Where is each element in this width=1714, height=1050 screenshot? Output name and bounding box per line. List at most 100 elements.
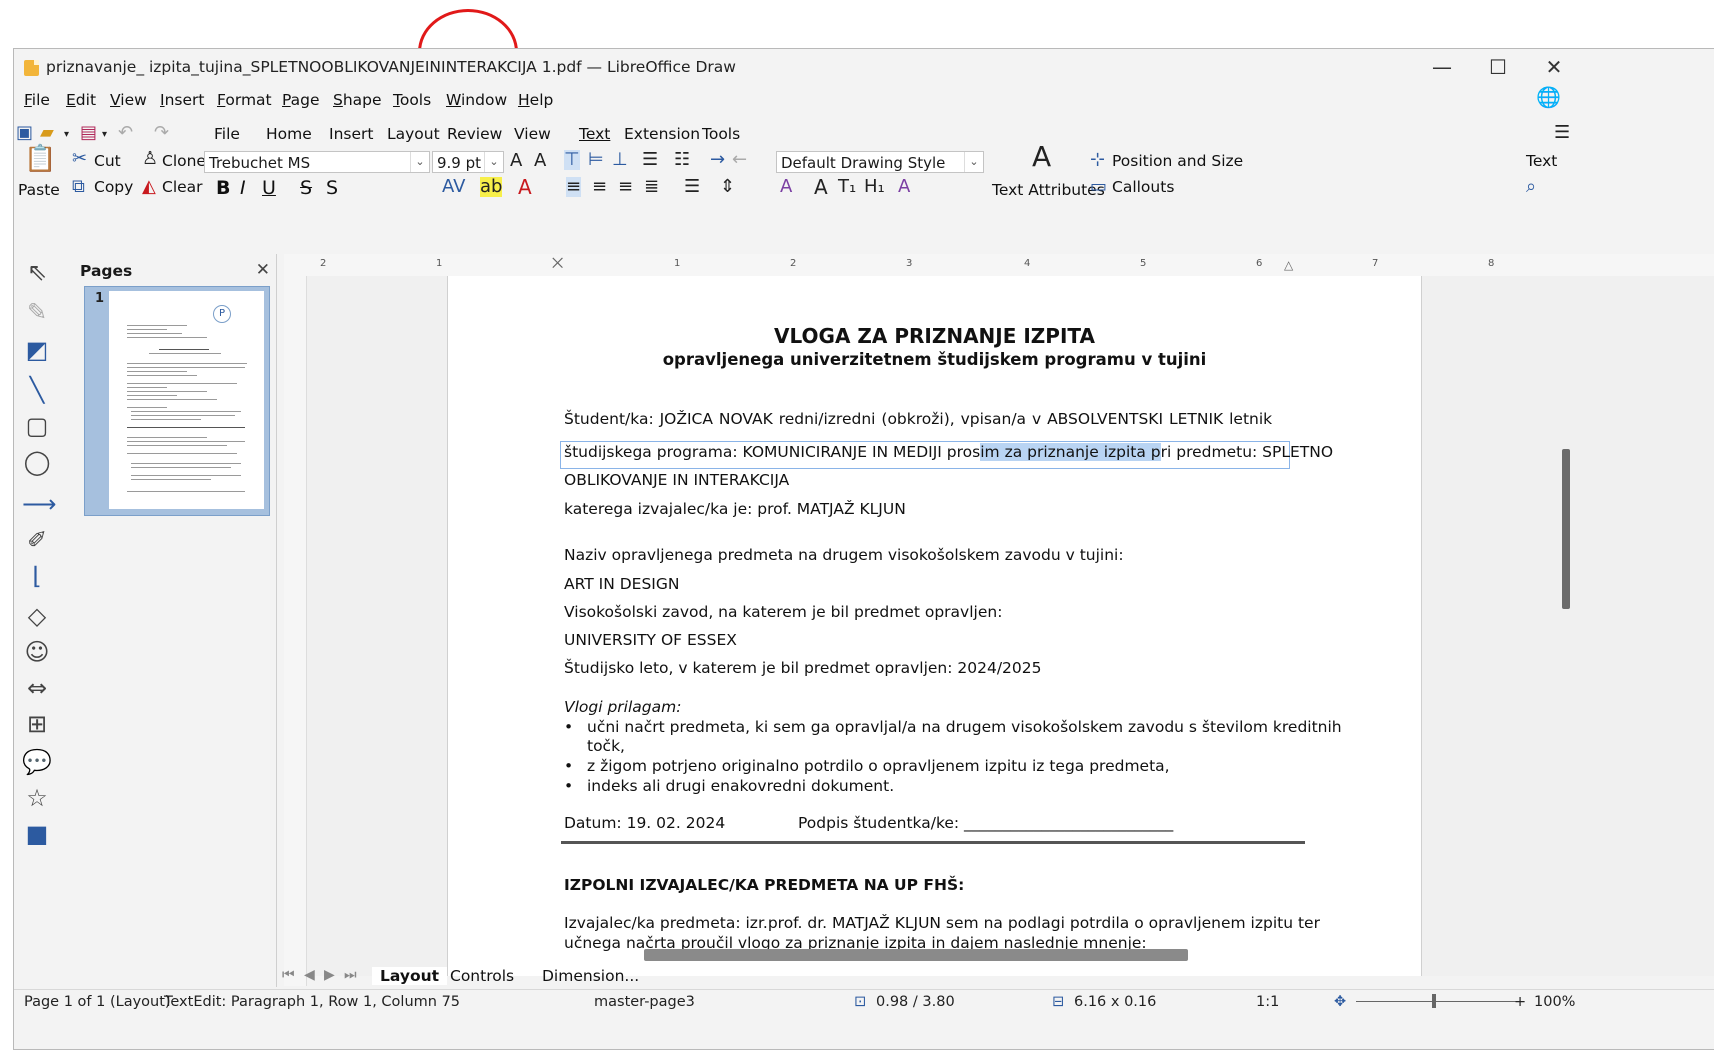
menu-window[interactable]: Window: [446, 91, 507, 109]
find-icon[interactable]: ⌕: [1526, 177, 1536, 197]
callouts-icon[interactable]: ▭: [1090, 177, 1107, 197]
fontwork-icon[interactable]: A: [780, 177, 792, 197]
align-bottom-icon[interactable]: ⊥: [612, 150, 628, 170]
text-effects-icon[interactable]: A: [898, 177, 910, 197]
bold-button[interactable]: B: [216, 177, 230, 199]
select-arrow-icon[interactable]: ⇖: [22, 258, 52, 286]
clear-formatting-icon[interactable]: ◭: [142, 177, 156, 197]
text-attributes-button[interactable]: Text Attributes: [992, 181, 1105, 199]
font-name-combo[interactable]: Trebuchet MS ⌄: [204, 151, 430, 173]
connector-icon[interactable]: ⌊: [22, 562, 52, 590]
align-top-icon[interactable]: ⊤: [564, 150, 580, 170]
drawing-style-combo[interactable]: Default Drawing Style ⌄: [776, 151, 984, 173]
underline-button[interactable]: U: [262, 177, 276, 199]
line-spacing-icon[interactable]: ☰: [684, 177, 700, 197]
copy-icon[interactable]: ⧉: [72, 177, 85, 197]
first-tab-icon[interactable]: ⏮: [282, 967, 295, 983]
position-size-icon[interactable]: ⊹: [1090, 150, 1105, 170]
close-button[interactable]: ✕: [1532, 53, 1576, 81]
superscript-icon[interactable]: H₁: [864, 177, 885, 197]
open-folder-icon[interactable]: ▰: [40, 123, 54, 143]
hamburger-menu-icon[interactable]: ☰: [1554, 123, 1570, 143]
tab-extension[interactable]: Extension: [624, 125, 700, 143]
zoom-fit-icon[interactable]: ✥: [1334, 994, 1346, 1010]
zoom-slider-thumb[interactable]: [1432, 994, 1436, 1008]
font-color-icon[interactable]: A: [518, 177, 532, 197]
menu-help[interactable]: Help: [518, 91, 553, 109]
character-spacing-icon[interactable]: AV: [442, 177, 465, 197]
tab-text[interactable]: Text: [579, 125, 610, 143]
position-size-button[interactable]: Position and Size: [1112, 152, 1243, 170]
font-size-combo[interactable]: 9.9 pt ⌄: [432, 151, 504, 173]
flowchart-icon[interactable]: ⊞: [22, 710, 52, 738]
symbol-shapes-icon[interactable]: ☺: [22, 638, 52, 666]
next-tab-icon[interactable]: ▶: [324, 967, 335, 983]
bullet-list-icon[interactable]: ☰: [642, 150, 658, 170]
status-master-page[interactable]: master-page3: [594, 994, 695, 1010]
minimize-button[interactable]: —: [1420, 53, 1464, 81]
horizontal-scrollbar[interactable]: [644, 949, 1188, 961]
menu-insert[interactable]: Insert: [160, 91, 204, 109]
globe-icon[interactable]: 🌐: [1536, 87, 1561, 107]
text-icon[interactable]: A: [814, 177, 828, 197]
justify-icon[interactable]: ≣: [644, 177, 659, 197]
menu-format[interactable]: Format: [217, 91, 272, 109]
prev-tab-icon[interactable]: ◀: [304, 967, 315, 983]
vertical-scrollbar[interactable]: [1562, 449, 1570, 609]
indent-marker-icon[interactable]: ⨉: [552, 256, 563, 272]
tab-file[interactable]: File: [214, 125, 240, 143]
grow-font-icon[interactable]: A: [510, 151, 522, 171]
menu-tools[interactable]: Tools: [393, 91, 431, 109]
block-arrows-icon[interactable]: ⇔: [22, 674, 52, 702]
highlight-color-icon[interactable]: ab: [480, 177, 503, 197]
align-right-icon[interactable]: ≡: [618, 177, 633, 197]
tab-view[interactable]: View: [514, 125, 551, 143]
numbered-list-icon[interactable]: ☷: [674, 150, 690, 170]
zoom-in-icon[interactable]: +: [1514, 994, 1526, 1010]
stars-icon[interactable]: ☆: [22, 784, 52, 812]
line-tool-icon[interactable]: ╲: [22, 376, 52, 404]
maximize-button[interactable]: ☐: [1476, 53, 1520, 81]
clear-button[interactable]: Clear: [162, 178, 203, 196]
3d-objects-icon[interactable]: ■: [22, 820, 52, 848]
undo-icon[interactable]: ↶: [118, 123, 133, 143]
right-indent-marker-icon[interactable]: △: [1284, 258, 1293, 272]
paragraph-spacing-icon[interactable]: ⇕: [720, 177, 735, 197]
callouts-button[interactable]: Callouts: [1112, 178, 1174, 196]
save-icon[interactable]: ▤: [80, 123, 97, 143]
status-zoom[interactable]: 100%: [1534, 994, 1575, 1010]
ellipse-icon[interactable]: ◯: [22, 448, 52, 476]
program-line[interactable]: študijskega programa: KOMUNICIRANJE IN M…: [564, 443, 1333, 461]
text-attributes-icon[interactable]: A: [1032, 143, 1051, 171]
arrow-line-icon[interactable]: ⟶: [22, 490, 56, 518]
open-dropdown-icon[interactable]: ▾: [64, 125, 69, 145]
menu-page[interactable]: Page: [282, 91, 320, 109]
callout-shapes-icon[interactable]: 💬: [22, 748, 52, 776]
text-dropdown-button[interactable]: Text: [1526, 152, 1557, 170]
fill-color-icon[interactable]: ◩: [22, 336, 52, 364]
tab-review[interactable]: Review: [447, 125, 502, 143]
basic-shapes-icon[interactable]: ◇: [22, 602, 52, 630]
clone-button[interactable]: Clone: [162, 152, 206, 170]
document-page[interactable]: VLOGA ZA PRIZNANJE IZPITA opravljenega u…: [447, 276, 1422, 976]
align-left-icon[interactable]: ≡: [566, 177, 582, 197]
shrink-font-icon[interactable]: A: [534, 151, 546, 171]
menu-shape[interactable]: Shape: [333, 91, 382, 109]
last-tab-icon[interactable]: ⏭: [344, 967, 357, 983]
cut-button[interactable]: Cut: [94, 152, 121, 170]
redo-icon[interactable]: ↷: [154, 123, 169, 143]
italic-button[interactable]: I: [240, 177, 246, 199]
menu-file[interactable]: File: [24, 91, 50, 109]
tab-layout[interactable]: Layout: [387, 125, 440, 143]
save-dropdown-icon[interactable]: ▾: [102, 125, 107, 145]
tab-controls-layer[interactable]: Controls: [450, 967, 514, 985]
chevron-down-icon[interactable]: ⌄: [964, 152, 983, 172]
align-center-icon[interactable]: ≡: [592, 177, 607, 197]
menu-edit[interactable]: Edit: [66, 91, 96, 109]
cut-icon[interactable]: ✂: [72, 149, 87, 169]
new-document-icon[interactable]: ▣: [16, 123, 33, 143]
arrow-right-icon[interactable]: →: [710, 150, 725, 170]
tab-insert[interactable]: Insert: [329, 125, 373, 143]
shadow-button[interactable]: S: [326, 177, 338, 199]
zoom-slider[interactable]: [1356, 1001, 1516, 1002]
